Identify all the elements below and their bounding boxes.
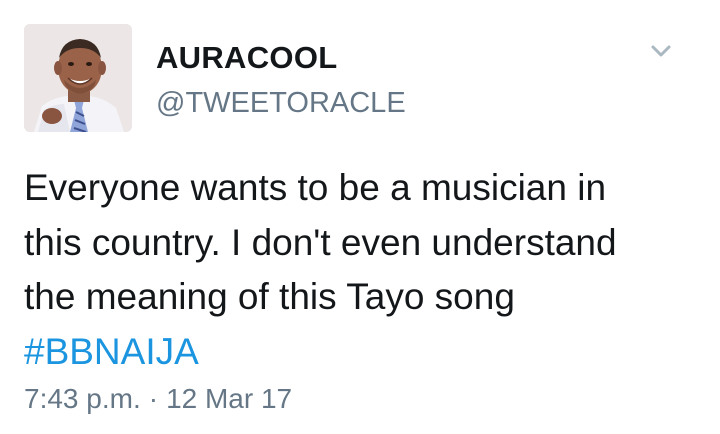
tweet-text-line: Everyone wants to be a musician in bbox=[24, 167, 607, 208]
meta-separator: · bbox=[148, 383, 159, 414]
tweet-card: AURACOOL @TWEETORACLE Everyone wants to … bbox=[0, 0, 720, 434]
tweet-time: 7:43 p.m. bbox=[24, 383, 141, 414]
chevron-down-icon bbox=[651, 45, 671, 57]
tweet-date: 12 Mar 17 bbox=[166, 383, 293, 414]
tweet-text-line: this country. I don't even understand bbox=[24, 221, 617, 263]
profile-photo bbox=[24, 24, 132, 132]
tweet-text: Everyone wants to be a musician in this … bbox=[24, 161, 704, 379]
user-handle[interactable]: @TWEETORACLE bbox=[156, 87, 406, 120]
tweet-text-line: the meaning of this Tayo song bbox=[24, 276, 515, 317]
hashtag-link[interactable]: #BBNAIJA bbox=[24, 331, 199, 372]
avatar[interactable] bbox=[24, 24, 132, 132]
tweet-timestamp[interactable]: 7:43 p.m. · 12 Mar 17 bbox=[24, 383, 292, 415]
display-name[interactable]: AURACOOL bbox=[156, 40, 338, 76]
tweet-menu-button[interactable] bbox=[646, 40, 676, 64]
